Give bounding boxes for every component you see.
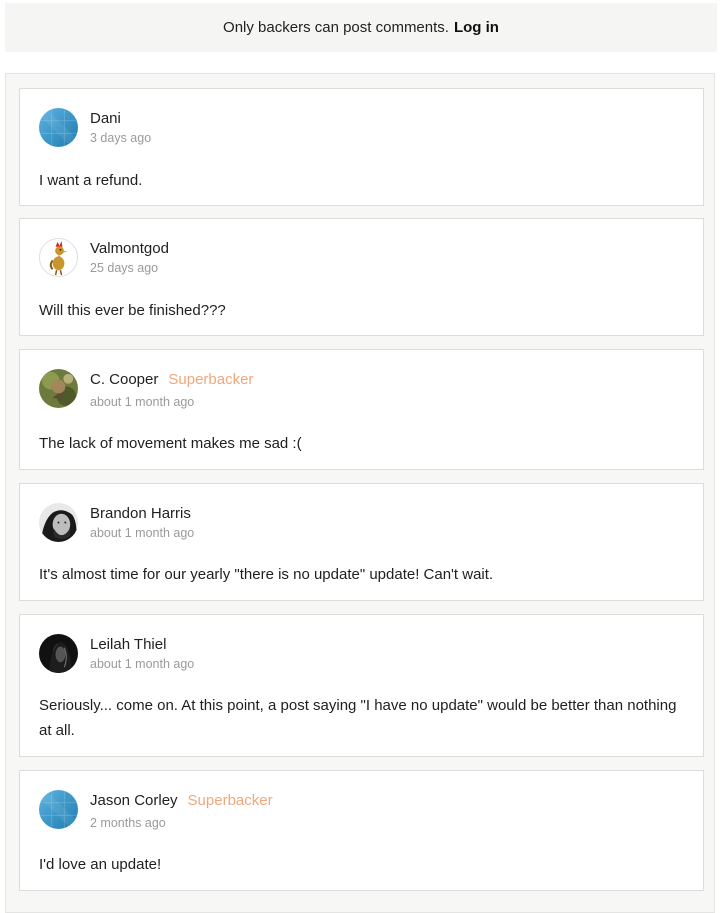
comment-card: Brandon Harris about 1 month ago It's al… (19, 483, 704, 601)
comment-card: Jason Corley Superbacker 2 months ago I'd… (19, 770, 704, 891)
author-row: Leilah Thiel (90, 636, 166, 653)
comment-time: 2 months ago (90, 816, 166, 830)
rooster-avatar-icon[interactable] (39, 238, 78, 277)
comment-time: 3 days ago (90, 131, 152, 145)
author-name[interactable]: Dani (90, 110, 121, 127)
user-photo-avatar-icon[interactable] (39, 369, 78, 408)
author-name[interactable]: Jason Corley (90, 792, 178, 809)
author-name[interactable]: Brandon Harris (90, 505, 191, 522)
author-row: Jason Corley Superbacker (90, 792, 273, 809)
default-avatar-icon[interactable] (39, 108, 78, 147)
author-row: Valmontgod (90, 240, 169, 257)
notice-text: Only backers can post comments. (223, 19, 449, 36)
comment-body: Will this ever be finished??? (39, 302, 226, 319)
comment-body: Seriously... come on. At this point, a p… (39, 697, 677, 739)
author-name[interactable]: Leilah Thiel (90, 636, 166, 653)
login-link[interactable]: Log in (454, 19, 499, 36)
user-photo-avatar-icon[interactable] (39, 634, 78, 673)
author-name[interactable]: Valmontgod (90, 240, 169, 257)
comment-time: about 1 month ago (90, 526, 195, 540)
comment-time: about 1 month ago (90, 395, 195, 409)
comment-card: Leilah Thiel about 1 month ago Seriously… (19, 614, 704, 757)
superbacker-badge: Superbacker (187, 792, 273, 809)
author-row: Dani (90, 110, 121, 127)
superbacker-badge: Superbacker (168, 371, 254, 388)
comment-body: I'd love an update! (39, 856, 162, 873)
comment-card: Dani 3 days ago I want a refund. (19, 88, 704, 206)
comment-time: about 1 month ago (90, 657, 195, 671)
user-photo-avatar-icon[interactable] (39, 503, 78, 542)
comment-body: The lack of movement makes me sad :( (39, 435, 302, 452)
comment-body: It's almost time for our yearly "there i… (39, 566, 494, 583)
comment-card: Valmontgod 25 days ago Will this ever be… (19, 218, 704, 336)
backers-only-notice: Only backers can post comments. Log in (5, 3, 717, 52)
comment-time: 25 days ago (90, 261, 159, 275)
author-row: Brandon Harris (90, 505, 191, 522)
comment-body: I want a refund. (39, 172, 143, 189)
comment-card: C. Cooper Superbacker about 1 month ago T… (19, 349, 704, 470)
author-row: C. Cooper Superbacker (90, 371, 253, 388)
author-name[interactable]: C. Cooper (90, 371, 158, 388)
default-avatar-icon[interactable] (39, 790, 78, 829)
